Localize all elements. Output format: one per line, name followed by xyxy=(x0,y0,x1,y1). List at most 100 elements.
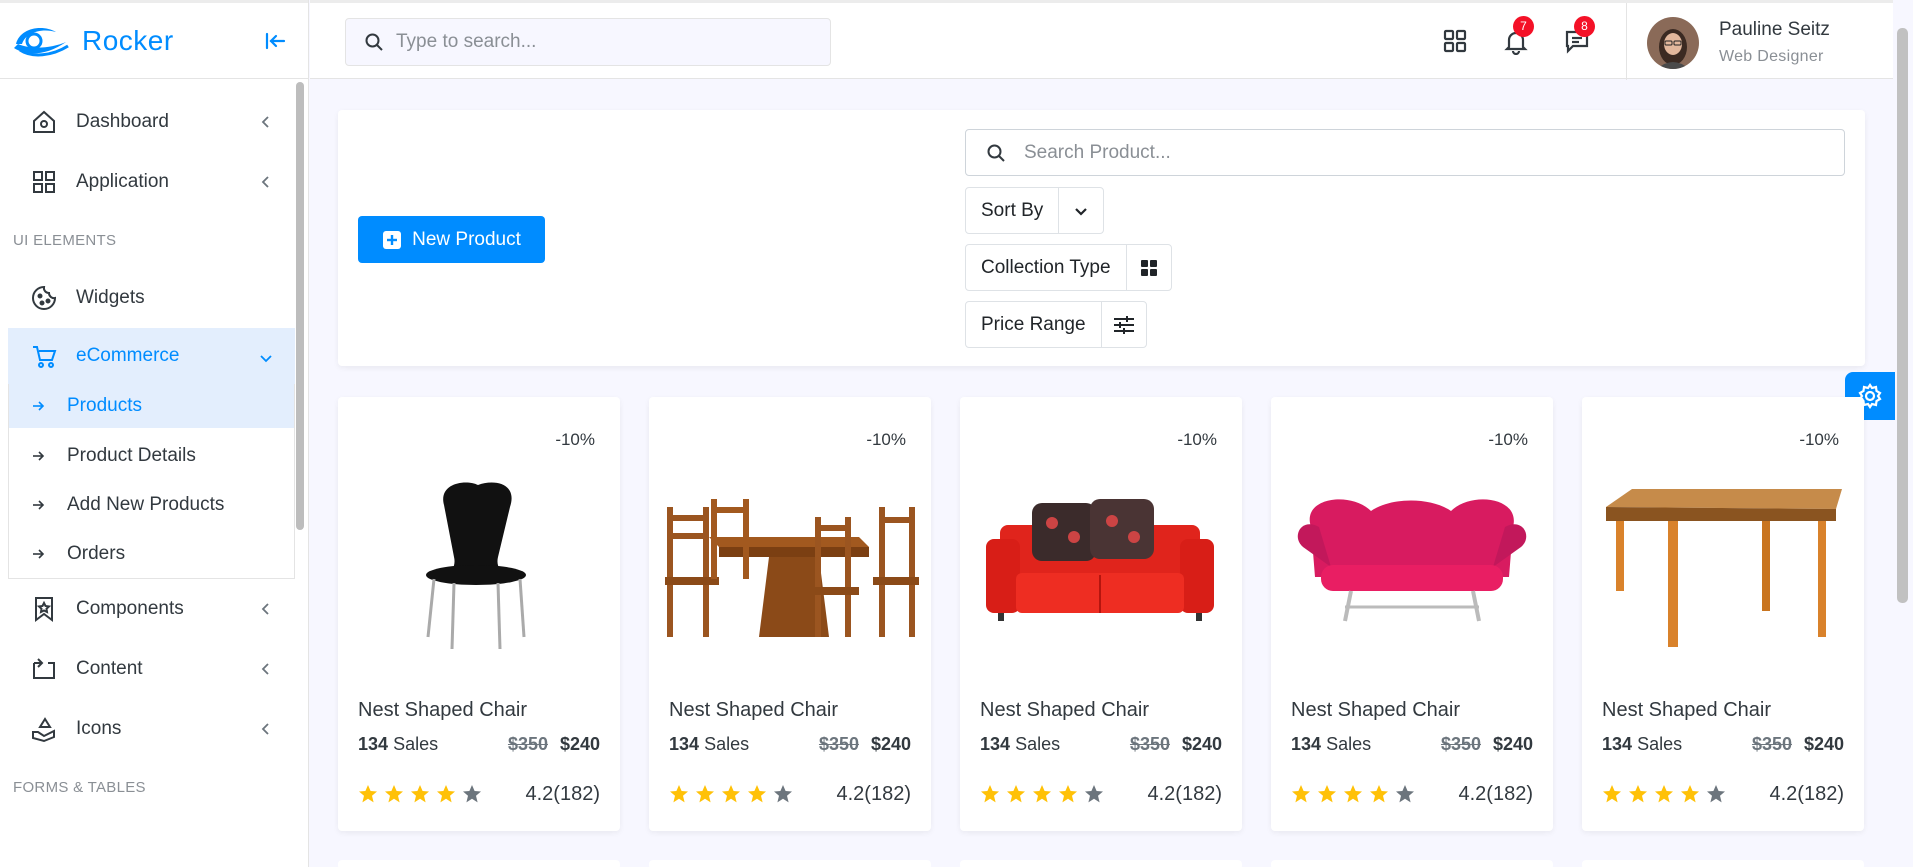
sidebar-item-application[interactable]: Application xyxy=(8,152,295,212)
sidebar-subitem-product-details[interactable]: Product Details xyxy=(9,431,294,480)
sidebar-subitem-label: Products xyxy=(67,395,142,416)
cart-icon xyxy=(33,346,57,368)
section-label-ui-elements: UI ELEMENTS xyxy=(13,231,117,249)
star-icon xyxy=(1370,785,1388,803)
star-icon xyxy=(1007,785,1025,803)
sidebar-item-components[interactable]: Components xyxy=(8,579,295,639)
product-toolbar-card: New Product Sort By Collection Type Pric… xyxy=(338,110,1865,366)
notifications-badge: 7 xyxy=(1513,16,1534,37)
star-icon xyxy=(1603,785,1621,803)
price: $240 xyxy=(1803,734,1844,754)
product-card-peek xyxy=(1271,860,1553,867)
top-search-input[interactable] xyxy=(396,19,816,65)
search-icon xyxy=(987,144,1005,162)
price-range-dropdown[interactable]: Price Range xyxy=(965,301,1147,348)
sales-count: 134 Sales xyxy=(980,734,1061,754)
product-image-pink-sofa xyxy=(1297,499,1527,622)
sidebar-subitem-products[interactable]: Products xyxy=(9,384,294,428)
sidebar-item-content[interactable]: Content xyxy=(8,639,295,699)
sales-count: 134 Sales xyxy=(669,734,750,754)
sort-by-dropdown[interactable]: Sort By xyxy=(965,187,1105,234)
product-name[interactable]: Nest Shaped Chair xyxy=(358,699,527,722)
sidebar-item-ecommerce[interactable]: eCommerce xyxy=(8,328,295,384)
product-card-peek xyxy=(338,860,620,867)
home-icon xyxy=(33,110,55,133)
product-name[interactable]: Nest Shaped Chair xyxy=(669,699,838,722)
star-rating xyxy=(1291,784,1421,804)
new-product-button[interactable]: New Product xyxy=(358,216,545,263)
product-name[interactable]: Nest Shaped Chair xyxy=(1602,699,1771,722)
user-name: Pauline Seitz xyxy=(1719,19,1830,40)
sidebar-subitem-orders[interactable]: Orders xyxy=(9,529,294,578)
rating-text: 4.2(182) xyxy=(1458,783,1534,805)
star-icon xyxy=(1292,785,1310,803)
product-image-dining-set xyxy=(665,499,919,637)
sidebar-item-label: Widgets xyxy=(76,287,145,308)
sales-count: 134 Sales xyxy=(358,734,439,754)
sidebar-subitem-label: Add New Products xyxy=(67,493,225,515)
product-card[interactable]: -10% Nest Shaped Chair 134 Sales $350 $2… xyxy=(960,397,1242,831)
sidebar-item-widgets[interactable]: Widgets xyxy=(8,268,295,328)
sidebar-scrollbar[interactable] xyxy=(296,82,304,530)
product-card[interactable]: -10% Nest Shaped Chair 134 Sales $350 $2… xyxy=(338,397,620,831)
star-icon xyxy=(696,785,714,803)
product-name[interactable]: Nest Shaped Chair xyxy=(1291,699,1460,722)
collection-type-dropdown[interactable]: Collection Type xyxy=(965,244,1172,291)
star-rating xyxy=(1602,784,1732,804)
old-price: $350 xyxy=(507,734,548,754)
product-name[interactable]: Nest Shaped Chair xyxy=(980,699,1149,722)
cookie-icon xyxy=(32,285,57,310)
product-card[interactable]: -10% Nest Shaped Chair 134 Sales $350 $2… xyxy=(1582,397,1864,831)
product-image-red-sofa xyxy=(986,499,1214,621)
sidebar-subitem-add-new-products[interactable]: Add New Products xyxy=(9,480,294,529)
star-icon xyxy=(1655,785,1673,803)
arrow-right-icon xyxy=(33,499,45,510)
chevron-down-icon[interactable] xyxy=(1059,188,1103,233)
sidebar-item-label: Components xyxy=(76,598,184,619)
star-icon xyxy=(1396,785,1414,803)
star-icon xyxy=(1318,785,1336,803)
sidebar-item-label: Application xyxy=(76,171,169,192)
messages-badge: 8 xyxy=(1574,16,1595,37)
avatar xyxy=(1647,17,1699,69)
page-scrollbar[interactable] xyxy=(1897,28,1908,603)
product-search-box[interactable] xyxy=(965,129,1845,176)
product-card-peek xyxy=(649,860,931,867)
product-search-input[interactable] xyxy=(1024,130,1824,175)
sidebar-item-icons[interactable]: Icons xyxy=(8,699,295,759)
sidebar-item-label: Dashboard xyxy=(76,111,169,132)
chevron-down-icon xyxy=(260,355,272,363)
star-icon xyxy=(670,785,688,803)
sidebar-collapse-icon[interactable] xyxy=(262,28,288,54)
star-icon xyxy=(1707,785,1725,803)
apps-grid-icon[interactable] xyxy=(1441,27,1469,55)
grid-view-icon[interactable] xyxy=(1127,245,1171,290)
top-search-box[interactable] xyxy=(345,18,831,66)
product-card[interactable]: -10% Nest Shaped Chair 134 Sales $350 $2… xyxy=(1271,397,1553,831)
product-image-chair xyxy=(426,482,526,650)
star-icon xyxy=(1059,785,1077,803)
rating-text: 4.2(182) xyxy=(525,783,601,805)
price: $240 xyxy=(1492,734,1533,754)
bookmark-icon xyxy=(35,597,53,622)
price-range-label: Price Range xyxy=(966,302,1102,347)
old-price: $350 xyxy=(1751,734,1792,754)
star-rating xyxy=(669,784,799,804)
star-icon xyxy=(437,785,455,803)
sliders-icon[interactable] xyxy=(1102,302,1146,347)
search-icon xyxy=(365,33,383,51)
topbar: 7 8 Pauline Seitz Web Designer xyxy=(310,0,1893,80)
sales-count: 134 Sales xyxy=(1291,734,1372,754)
arrow-right-icon xyxy=(33,401,45,411)
sidebar-item-dashboard[interactable]: Dashboard xyxy=(8,92,295,152)
star-rating xyxy=(358,784,488,804)
old-price: $350 xyxy=(1129,734,1170,754)
product-card[interactable]: -10% Nest Shaped Chair 134 Sales $350 $2… xyxy=(649,397,931,831)
repeat-icon xyxy=(33,658,55,679)
sales-count: 134 Sales xyxy=(1602,734,1683,754)
donate-icon xyxy=(32,717,55,743)
sidebar-item-label: Content xyxy=(76,658,143,679)
user-menu[interactable]: Pauline Seitz Web Designer xyxy=(1626,3,1893,80)
arrow-right-icon xyxy=(33,548,45,559)
old-price: $350 xyxy=(818,734,859,754)
